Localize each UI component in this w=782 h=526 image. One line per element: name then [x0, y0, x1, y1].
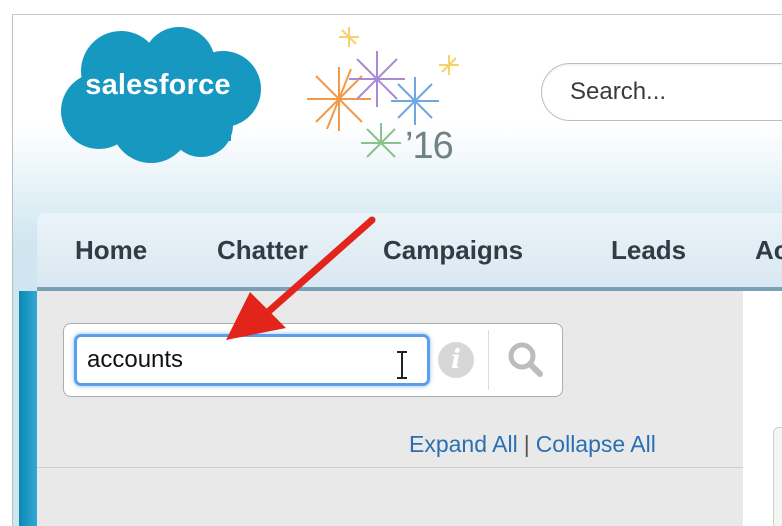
tab-leads[interactable]: Leads — [611, 235, 686, 266]
left-accent-bar — [19, 291, 37, 526]
release-year: ’16 — [405, 125, 454, 167]
quick-find-input[interactable] — [74, 334, 430, 386]
tab-bar: Home Chatter Campaigns Leads Ac — [37, 213, 782, 291]
page-frame: salesforce ’16 Search... Home Chatter Ca… — [12, 14, 782, 526]
tab-home[interactable]: Home — [75, 235, 147, 266]
quick-find-group: i — [63, 323, 563, 397]
expand-collapse-links: Expand All | Collapse All — [409, 431, 656, 458]
sidebar-divider — [37, 467, 743, 468]
setup-sidebar: i Expand All|Collapse All — [37, 291, 743, 526]
salesforce-logo[interactable]: salesforce — [51, 21, 265, 165]
main-content-area — [743, 291, 782, 526]
link-separator: | — [523, 431, 530, 457]
content-card — [773, 427, 782, 526]
collapse-all-link[interactable]: Collapse All — [536, 431, 656, 457]
expand-all-link[interactable]: Expand All — [409, 431, 518, 457]
logo-text: salesforce — [85, 69, 231, 101]
group-separator — [488, 330, 489, 390]
text-cursor-icon — [397, 351, 407, 379]
tab-campaigns[interactable]: Campaigns — [383, 235, 523, 266]
info-icon[interactable]: i — [438, 342, 474, 378]
tab-chatter[interactable]: Chatter — [217, 235, 308, 266]
global-search-input[interactable]: Search... — [541, 63, 782, 121]
search-button[interactable] — [496, 332, 556, 388]
tab-accounts[interactable]: Ac — [755, 235, 782, 266]
search-icon — [508, 342, 543, 377]
